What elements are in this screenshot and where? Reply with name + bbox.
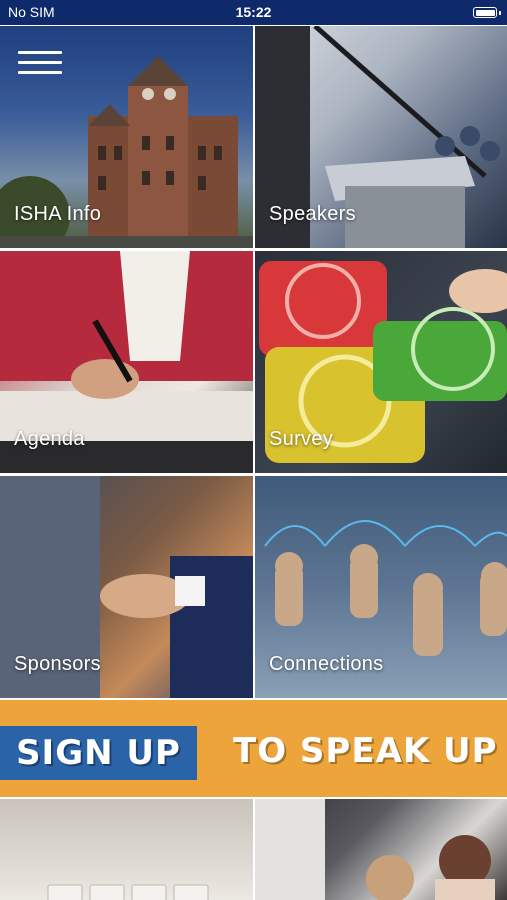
tile-label: ISHA Info <box>14 203 102 225</box>
tile-label: Connections <box>269 653 384 675</box>
tile-sponsors[interactable]: Sponsors <box>0 476 253 698</box>
tile-label: Sponsors <box>14 653 101 675</box>
tile-people[interactable] <box>255 799 507 900</box>
tile-agenda[interactable]: Agenda <box>0 251 253 473</box>
tile-connections[interactable]: Connections <box>255 476 507 698</box>
speak-up-text: TO SPEAK UP <box>233 731 498 771</box>
tile-news[interactable] <box>0 799 253 900</box>
people-illustration <box>255 799 495 900</box>
sign-up-box: SIGN UP <box>0 726 197 780</box>
tile-speakers[interactable]: Speakers <box>255 26 507 248</box>
tile-label: Agenda <box>14 428 85 450</box>
sign-up-text: SIGN UP <box>16 733 181 773</box>
clock-label: 15:22 <box>235 4 272 20</box>
tile-label: Speakers <box>269 203 356 225</box>
tile-label: Survey <box>269 428 334 450</box>
hamburger-menu-icon[interactable] <box>18 49 64 77</box>
tile-survey[interactable]: Survey <box>255 251 507 473</box>
battery-icon <box>473 7 501 18</box>
status-bar: No SIM 15:22 <box>0 0 507 25</box>
news-blocks-illustration <box>47 884 209 900</box>
sign-up-banner[interactable]: SIGN UP TO SPEAK UP <box>0 700 507 797</box>
